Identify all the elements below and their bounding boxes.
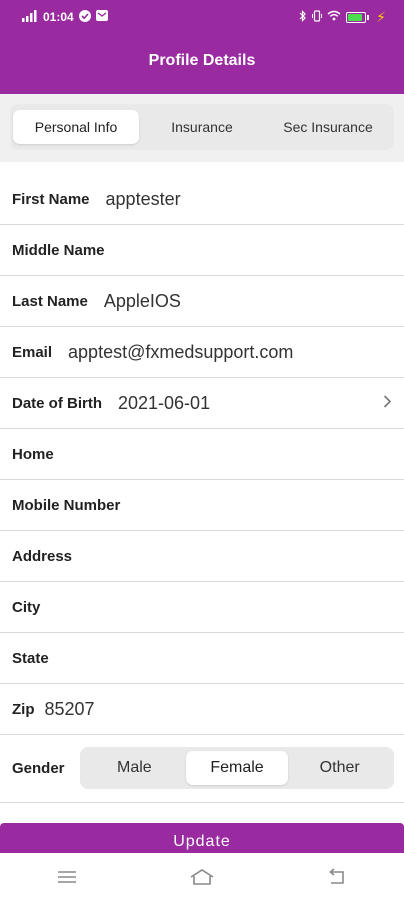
tab-personal-info[interactable]: Personal Info	[13, 110, 139, 144]
date-of-birth-field[interactable]: Date of Birth 2021-06-01	[0, 378, 404, 429]
email-label: Email	[12, 343, 53, 361]
update-button[interactable]: Update	[0, 823, 404, 857]
home-phone-field[interactable]: Home	[0, 429, 404, 480]
tab-insurance[interactable]: Insurance	[139, 110, 265, 144]
check-circle-icon	[78, 9, 91, 25]
address-label: Address	[12, 547, 73, 565]
back-icon[interactable]	[317, 862, 357, 892]
app-header: 01:04 ⚡ Profile Details	[0, 0, 404, 94]
first-name-value[interactable]: apptester	[106, 189, 181, 210]
city-field[interactable]: City	[0, 582, 404, 633]
address-field[interactable]: Address	[0, 531, 404, 582]
date-of-birth-value[interactable]: 2021-06-01	[118, 393, 210, 414]
gender-option-male[interactable]: Male	[83, 751, 186, 785]
tab-sec-insurance[interactable]: Sec Insurance	[265, 110, 391, 144]
gender-selector: Male Female Other	[80, 747, 394, 789]
home-icon[interactable]	[182, 862, 222, 892]
charging-bolt-icon: ⚡	[376, 8, 386, 25]
status-time: 01:04	[43, 10, 74, 24]
battery-icon	[346, 11, 370, 23]
signal-icon	[22, 9, 38, 25]
chevron-right-icon[interactable]	[383, 393, 392, 414]
first-name-field[interactable]: First Name apptester	[0, 174, 404, 225]
first-name-label: First Name	[12, 190, 90, 208]
email-field[interactable]: Email apptest@fxmedsupport.com	[0, 327, 404, 378]
state-label: State	[12, 649, 49, 667]
last-name-field[interactable]: Last Name AppleIOS	[0, 276, 404, 327]
mobile-number-label: Mobile Number	[12, 496, 121, 514]
profile-form: First Name apptester Middle Name Last Na…	[0, 174, 404, 803]
gender-field: Gender Male Female Other	[0, 735, 404, 803]
date-of-birth-label: Date of Birth	[12, 394, 102, 412]
email-value[interactable]: apptest@fxmedsupport.com	[68, 342, 293, 363]
city-label: City	[12, 598, 41, 616]
mail-icon	[95, 10, 108, 24]
tab-bar-container: Personal Info Insurance Sec Insurance	[0, 94, 404, 162]
tab-bar: Personal Info Insurance Sec Insurance	[10, 104, 394, 150]
home-label: Home	[12, 445, 54, 463]
wifi-icon	[327, 10, 341, 24]
zip-field[interactable]: Zip 85207	[0, 684, 404, 735]
mobile-number-field[interactable]: Mobile Number	[0, 480, 404, 531]
status-bar: 01:04 ⚡	[0, 0, 404, 34]
state-field[interactable]: State	[0, 633, 404, 684]
last-name-label: Last Name	[12, 292, 88, 310]
page-title: Profile Details	[148, 52, 256, 69]
gender-option-female[interactable]: Female	[185, 751, 289, 785]
vibrate-icon	[312, 9, 323, 25]
middle-name-field[interactable]: Middle Name	[0, 225, 404, 276]
last-name-value[interactable]: AppleIOS	[104, 291, 181, 312]
bluetooth-icon	[299, 9, 307, 25]
gender-label: Gender	[12, 760, 65, 777]
system-nav-bar	[0, 853, 404, 900]
gender-option-other[interactable]: Other	[288, 751, 391, 785]
menu-icon[interactable]	[47, 862, 87, 892]
middle-name-label: Middle Name	[12, 241, 105, 259]
zip-value[interactable]: 85207	[45, 699, 95, 720]
zip-label: Zip	[12, 700, 35, 718]
